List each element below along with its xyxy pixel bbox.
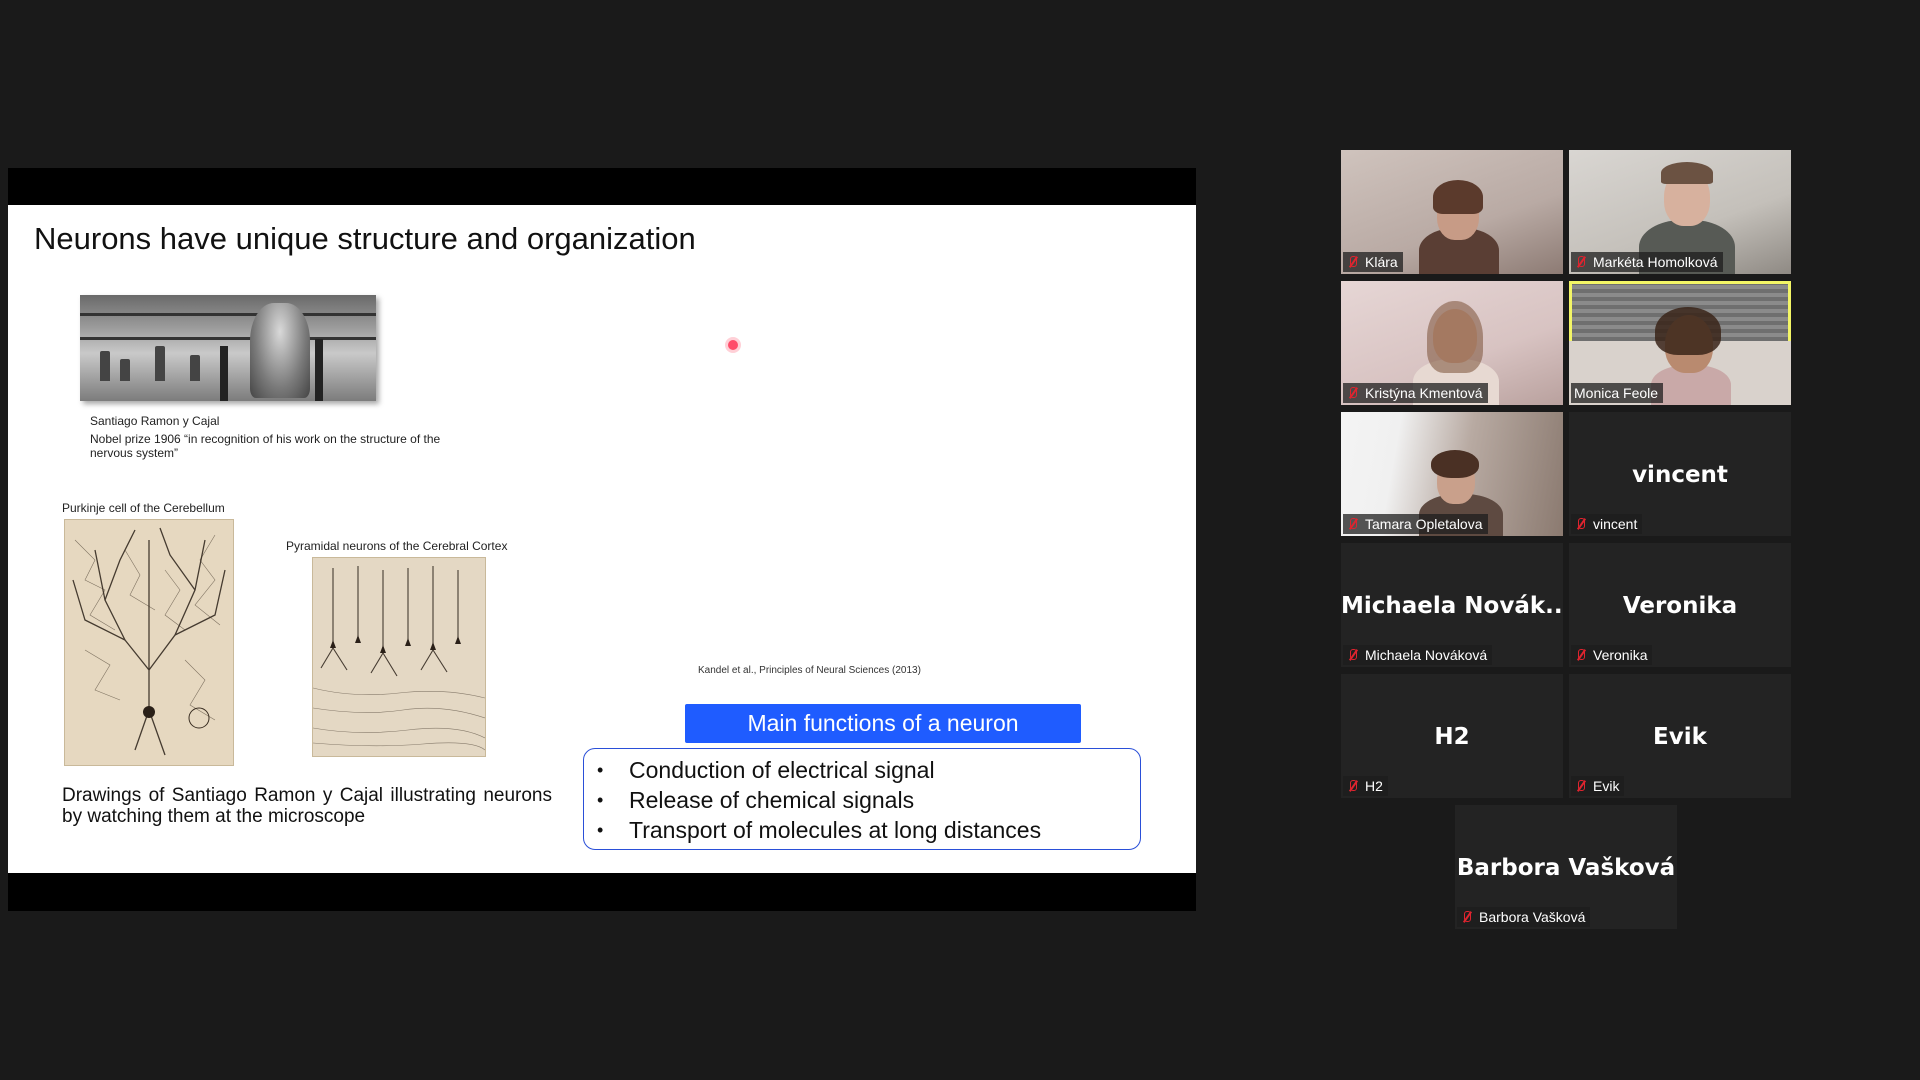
participant-tile-h2[interactable]: H2 H2: [1341, 674, 1563, 798]
cajal-photo: [80, 295, 376, 401]
purkinje-drawing: [64, 519, 234, 766]
muted-mic-icon: [1574, 255, 1588, 269]
participant-tile-evik[interactable]: Evik Evik: [1569, 674, 1791, 798]
participant-tile-marketa[interactable]: Markéta Homolková: [1569, 150, 1791, 274]
muted-mic-icon: [1574, 517, 1588, 531]
pyramidal-drawing: [312, 557, 486, 757]
function-item: Release of chemical signals: [597, 785, 1140, 815]
muted-mic-icon: [1346, 648, 1360, 662]
function-item: Transport of molecules at long distances: [597, 815, 1140, 845]
citation: Kandel et al., Principles of Neural Scie…: [698, 665, 921, 676]
photo-caption-prize: Nobel prize 1906 “in recognition of his …: [90, 432, 441, 460]
participant-name-label: Veronika: [1571, 645, 1653, 665]
participant-tile-monica[interactable]: Monica Feole: [1569, 281, 1791, 405]
functions-box: Conduction of electrical signal Release …: [583, 748, 1141, 850]
laser-pointer-icon: [728, 340, 738, 350]
participant-tile-vincent[interactable]: vincent vincent: [1569, 412, 1791, 536]
muted-mic-icon: [1346, 779, 1360, 793]
participant-name-label: Monica Feole: [1571, 383, 1664, 403]
function-item: Conduction of electrical signal: [597, 755, 1140, 785]
pyramidal-caption: Pyramidal neurons of the Cerebral Cortex: [286, 539, 508, 553]
participant-tile-barbora[interactable]: Barbora Vašková Barbora Vašková: [1455, 805, 1677, 929]
functions-list: Conduction of electrical signal Release …: [584, 755, 1140, 845]
participant-tile-kristyna[interactable]: Kristýna Kmentová: [1341, 281, 1563, 405]
participant-display-name: Michaela Novák...: [1341, 593, 1563, 619]
participant-display-name: Barbora Vašková: [1456, 855, 1676, 881]
participant-name-label: Barbora Vašková: [1457, 907, 1591, 927]
slide-title: Neurons have unique structure and organi…: [34, 221, 696, 256]
participant-name-label: Michaela Nováková: [1343, 645, 1493, 665]
muted-mic-icon: [1574, 648, 1588, 662]
participant-name-label: Markéta Homolková: [1571, 252, 1723, 272]
presentation-slide: Neurons have unique structure and organi…: [8, 205, 1196, 873]
participant-name-label: H2: [1343, 776, 1388, 796]
participant-name-label: Evik: [1571, 776, 1625, 796]
shared-screen: Neurons have unique structure and organi…: [8, 168, 1196, 911]
participant-tile-veronika[interactable]: Veronika Veronika: [1569, 543, 1791, 667]
muted-mic-icon: [1574, 779, 1588, 793]
participant-tile-michaela[interactable]: Michaela Novák... Michaela Nováková: [1341, 543, 1563, 667]
participant-name-label: Klára: [1343, 252, 1403, 272]
participant-display-name: H2: [1434, 724, 1470, 750]
participant-display-name: Evik: [1653, 724, 1707, 750]
functions-header: Main functions of a neuron: [685, 704, 1081, 743]
muted-mic-icon: [1346, 517, 1360, 531]
muted-mic-icon: [1346, 386, 1360, 400]
photo-caption-name: Santiago Ramon y Cajal: [90, 414, 220, 428]
participant-tile-klara[interactable]: Klára: [1341, 150, 1563, 274]
participant-display-name: Veronika: [1622, 593, 1738, 619]
participant-name-label: Tamara Opletalova: [1343, 514, 1488, 534]
participant-tile-tamara[interactable]: Tamara Opletalova: [1341, 412, 1563, 536]
participant-display-name: vincent: [1632, 462, 1728, 488]
muted-mic-icon: [1346, 255, 1360, 269]
purkinje-caption: Purkinje cell of the Cerebellum: [62, 501, 225, 515]
drawings-description: Drawings of Santiago Ramon y Cajal illus…: [62, 785, 552, 827]
muted-mic-icon: [1460, 910, 1474, 924]
participant-name-label: Kristýna Kmentová: [1343, 383, 1488, 403]
participant-name-label: vincent: [1571, 514, 1643, 534]
